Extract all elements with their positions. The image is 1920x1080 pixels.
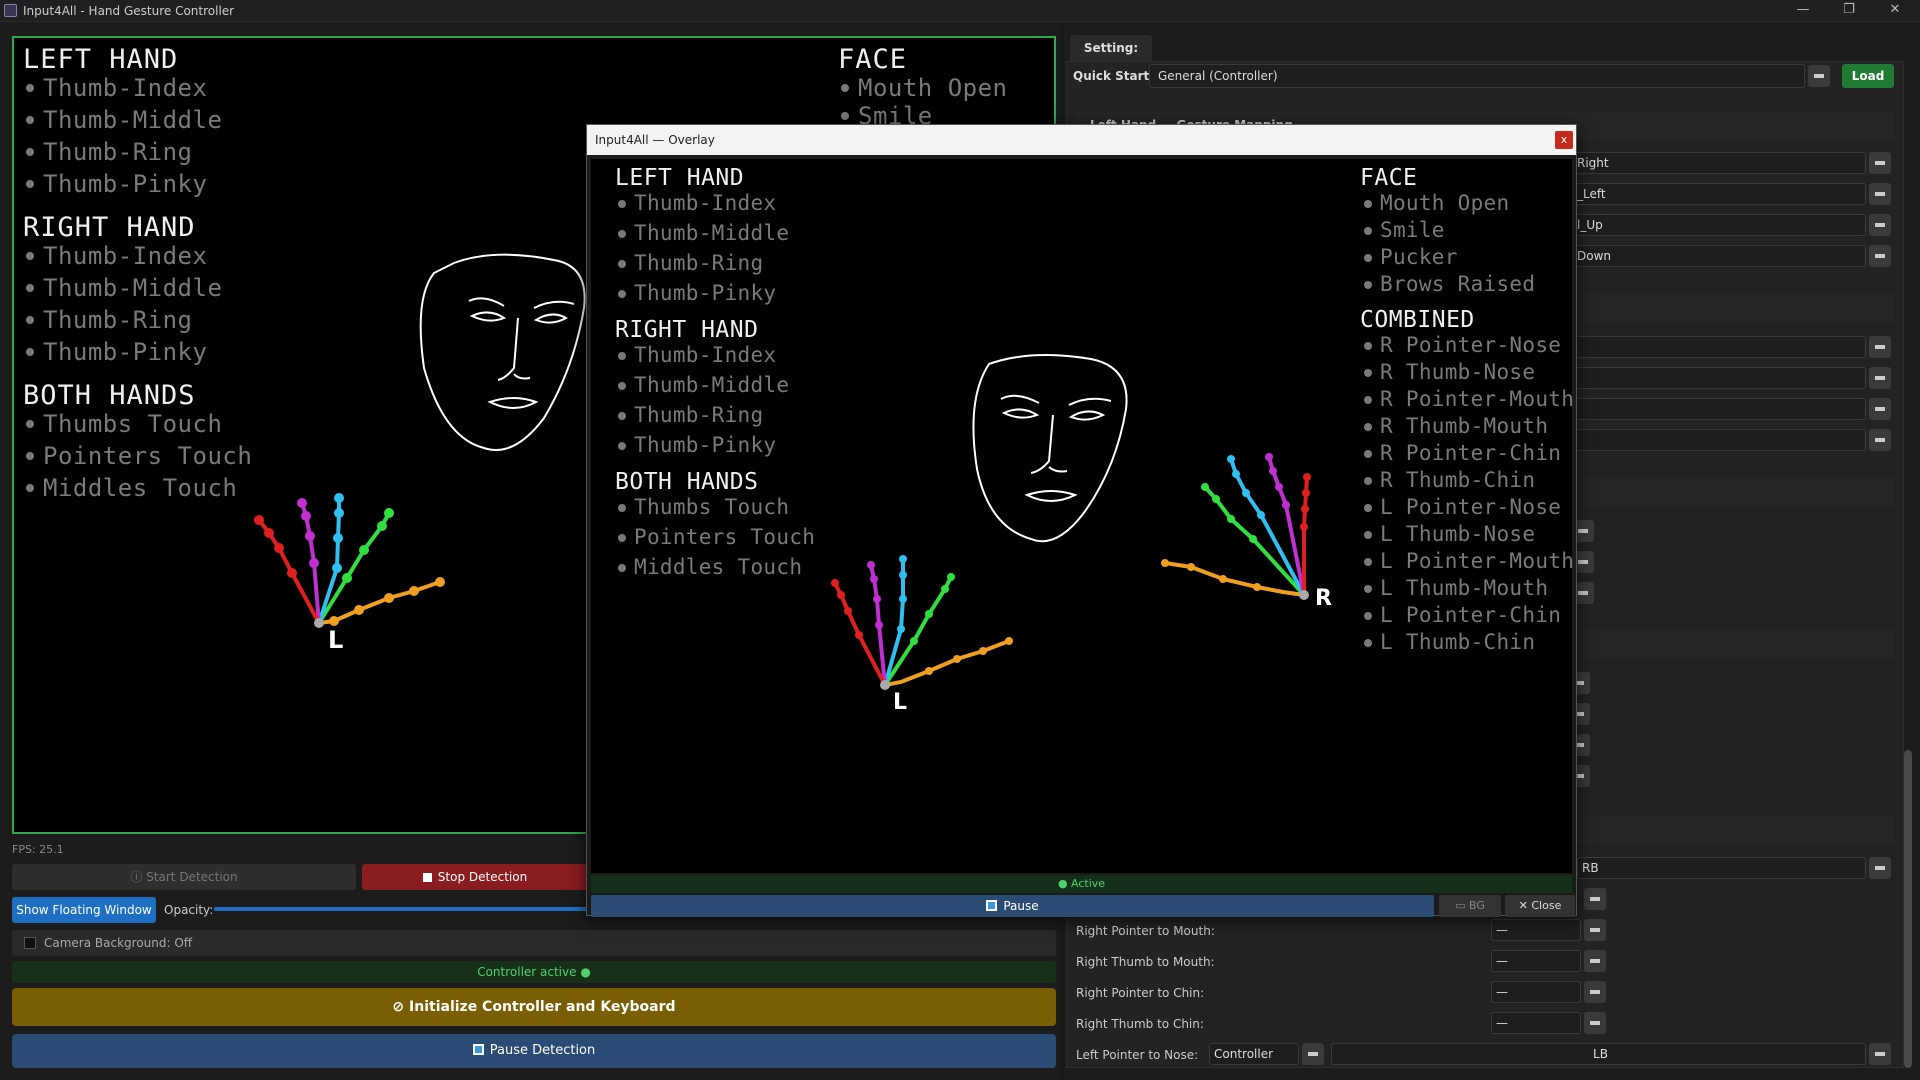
load-button[interactable]: Load [1842, 64, 1894, 88]
opacity-label: Opacity: [164, 903, 214, 917]
ov-landmarks: L R [831, 354, 1332, 715]
pause-detection-button[interactable]: Pause Detection [12, 1034, 1056, 1068]
window-title: Input4All - Hand Gesture Controller [23, 4, 235, 18]
row-value[interactable]: — [1491, 1012, 1581, 1034]
mapping-dropdown-button[interactable] [1869, 857, 1891, 879]
mapping-dropdown-button[interactable] [1869, 367, 1891, 389]
quick-start-dropdown-button[interactable] [1808, 65, 1830, 87]
camera-background-checkbox[interactable] [24, 937, 36, 949]
row-value[interactable]: — [1491, 950, 1581, 972]
quick-start-select[interactable]: General (Controller) [1149, 64, 1805, 88]
mapping-dropdown-button[interactable] [1584, 888, 1606, 910]
settings-scrollbar[interactable] [1904, 750, 1912, 1068]
camera-background-label: Camera Background: Off [44, 936, 193, 950]
input-type-dropdown-button[interactable] [1302, 1043, 1324, 1065]
stop-detection-button[interactable]: Stop Detection [362, 864, 588, 890]
ov-left-label: L [893, 690, 907, 715]
fps-readout: FPS: 25.1 [12, 843, 64, 856]
stop-icon [422, 873, 432, 882]
power-icon: ⊘ [392, 999, 410, 1015]
rb-value[interactable]: RB [1577, 857, 1866, 879]
image-icon: ▭ [1455, 899, 1469, 912]
overlay-view: LEFT HAND Thumb-Index Thumb-Middle Thumb… [591, 159, 1574, 873]
tab-settings[interactable]: Setting: [1070, 35, 1152, 61]
overlay-status: ● Active [591, 875, 1572, 893]
maximize-icon[interactable]: ❐ [1826, 0, 1872, 22]
row-value[interactable]: — [1491, 919, 1581, 941]
overlay-pause-button[interactable]: Pause [591, 895, 1434, 917]
mapping-dropdown-button[interactable] [1584, 950, 1606, 972]
row-label-left-pointer-nose: Left Pointer to Nose: [1076, 1048, 1199, 1062]
ov-left-hand-skeleton [833, 559, 1010, 687]
mapping-value[interactable]: _Left [1572, 183, 1866, 205]
mapping-dropdown-button[interactable] [1869, 152, 1891, 174]
row-label-right-pointer-chin: Right Pointer to Chin: [1076, 986, 1205, 1000]
row-label-right-thumb-chin: Right Thumb to Chin: [1076, 1017, 1204, 1031]
mapping-value[interactable]: l_Up [1572, 214, 1866, 236]
input-type-select[interactable]: Controller [1209, 1043, 1299, 1065]
row-label-right-thumb-mouth: Right Thumb to Mouth: [1076, 955, 1215, 969]
app-icon [4, 4, 17, 17]
start-detection-button[interactable]: ⓘ Start Detection [12, 864, 356, 890]
face-mesh [419, 253, 586, 451]
title-bar: Input4All - Hand Gesture Controller — ❐ … [0, 0, 1920, 22]
overlay-close-icon[interactable]: x [1555, 131, 1573, 149]
initialize-controller-button[interactable]: ⊘ Initialize Controller and Keyboard [12, 988, 1056, 1026]
opacity-slider[interactable] [214, 907, 594, 911]
overlay-title[interactable]: Input4All — Overlay [587, 125, 1576, 155]
row-value[interactable]: — [1491, 981, 1581, 1003]
mapping-value[interactable]: Right [1572, 152, 1866, 174]
minimize-icon[interactable]: — [1780, 0, 1826, 22]
mapping-dropdown-button[interactable] [1869, 183, 1891, 205]
quick-start-label: Quick Start: [1073, 69, 1155, 83]
mapping-dropdown-button[interactable] [1584, 1012, 1606, 1034]
controller-status: Controller active ● [12, 961, 1056, 983]
mapping-dropdown-button[interactable] [1584, 981, 1606, 1003]
pause-icon [986, 900, 998, 911]
ov-face-mesh [972, 354, 1128, 543]
row-value[interactable]: LB [1331, 1043, 1866, 1065]
show-floating-window-button[interactable]: Show Floating Window [12, 897, 156, 923]
mapping-dropdown-button[interactable] [1584, 919, 1606, 941]
mapping-dropdown-button[interactable] [1869, 214, 1891, 236]
left-hand-skeleton [257, 498, 441, 625]
left-hand-joints [254, 493, 445, 628]
camera-background-toggle[interactable]: Camera Background: Off [12, 930, 1056, 956]
mapping-dropdown-button[interactable] [1869, 398, 1891, 420]
row-label-right-pointer-mouth: Right Pointer to Mouth: [1076, 924, 1215, 938]
mapping-dropdown-button[interactable] [1869, 429, 1891, 451]
mapping-value[interactable] [1572, 398, 1866, 420]
mapping-value[interactable]: Down [1572, 245, 1866, 267]
ov-right-label: R [1315, 586, 1332, 611]
overlay-window: Input4All — Overlay x LEFT HAND Thumb-In… [586, 124, 1577, 917]
close-icon: ✕ [1518, 899, 1532, 912]
mapping-value[interactable] [1572, 367, 1866, 389]
pause-icon [472, 1044, 484, 1055]
mapping-value[interactable] [1572, 336, 1866, 358]
overlay-bg-button[interactable]: ▭ BG [1439, 895, 1501, 917]
cam-hand-label: L [328, 626, 343, 654]
info-icon: ⓘ [130, 870, 147, 884]
close-icon[interactable]: ✕ [1872, 0, 1918, 22]
mapping-dropdown-button[interactable] [1869, 1043, 1891, 1065]
overlay-close-button[interactable]: ✕ Close [1505, 895, 1575, 917]
mapping-dropdown-button[interactable] [1869, 245, 1891, 267]
mapping-dropdown-button[interactable] [1869, 336, 1891, 358]
mapping-value[interactable] [1572, 429, 1866, 451]
